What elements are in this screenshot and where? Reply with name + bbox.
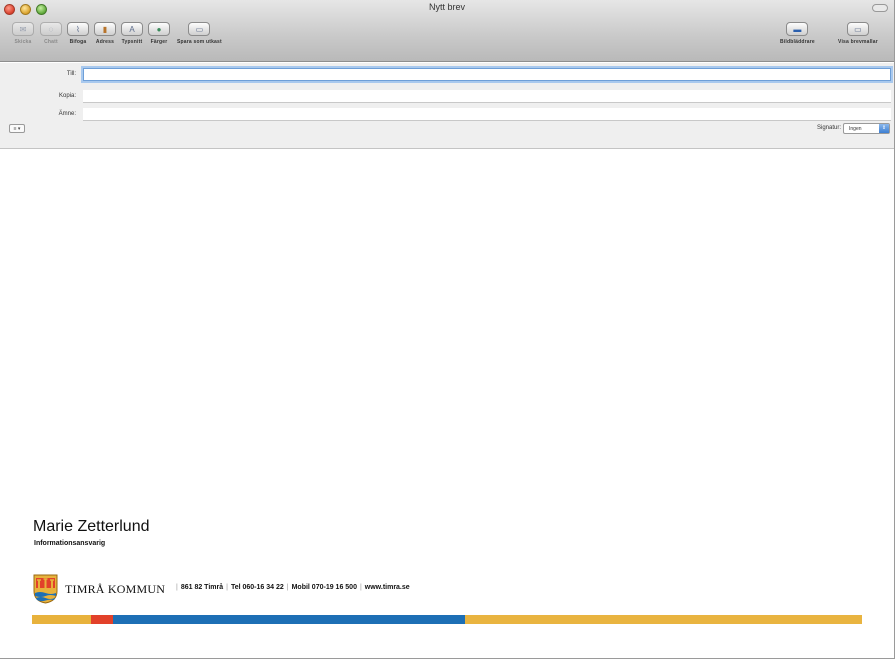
signature-name: Marie Zetterlund xyxy=(33,518,150,535)
signature-select-value: Ingen xyxy=(849,126,862,132)
stationery-button[interactable]: ▭ Visa brevmallar xyxy=(838,22,878,45)
separator: | xyxy=(359,584,362,591)
toolbar-toggle-button[interactable] xyxy=(872,4,888,12)
address-book-icon: ▮ xyxy=(94,22,116,36)
stripe-gold xyxy=(465,615,862,624)
signature-role: Informationsansvarig xyxy=(34,540,106,547)
compose-window: Nytt brev ✉ Skicka ◌ Chatt ⌇ Bifoga ▮ Ad… xyxy=(0,0,895,659)
stripe-red xyxy=(91,615,113,624)
brand-color-bar xyxy=(32,615,862,624)
address-button[interactable]: ▮ Adress xyxy=(94,22,116,45)
fonts-label: Typsnitt xyxy=(121,39,143,45)
send-button[interactable]: ✉ Skicka xyxy=(12,22,34,45)
municipal-crest-icon xyxy=(33,574,58,604)
paperclip-icon: ⌇ xyxy=(67,22,89,36)
chat-button[interactable]: ◌ Chatt xyxy=(40,22,62,45)
address-label: Adress xyxy=(95,39,115,45)
stationery-label: Visa brevmallar xyxy=(838,39,878,45)
colors-label: Färger xyxy=(150,39,168,45)
contact-website: www.timra.se xyxy=(364,584,410,591)
colors-button[interactable]: ● Färger xyxy=(148,22,170,45)
contact-phone: Tel 060-16 34 22 xyxy=(230,584,284,591)
send-label: Skicka xyxy=(14,39,32,45)
attach-button[interactable]: ⌇ Bifoga xyxy=(67,22,89,45)
separator: | xyxy=(226,584,228,591)
attach-label: Bifoga xyxy=(69,39,87,45)
contact-mobile: Mobil 070-19 16 500 xyxy=(291,584,357,591)
cc-field[interactable] xyxy=(83,90,891,103)
stripe-yellow xyxy=(32,615,91,624)
toolbar: Nytt brev ✉ Skicka ◌ Chatt ⌇ Bifoga ▮ Ad… xyxy=(0,0,894,62)
signature-label: Signatur: xyxy=(816,125,841,131)
to-label: Till: xyxy=(66,71,76,77)
signature-contact: | 861 82 Timrå | Tel 060-16 34 22 | Mobi… xyxy=(176,584,410,591)
stationery-icon: ▭ xyxy=(846,22,869,36)
separator: | xyxy=(286,584,289,591)
separator: | xyxy=(176,584,178,591)
draft-icon: ▭ xyxy=(188,22,211,36)
message-header: Till: Kopia: Ämne: ≡ ▾ Signatur: Ingen ⇕ xyxy=(0,63,894,149)
subject-field[interactable] xyxy=(83,108,891,121)
signature-select[interactable]: Ingen ⇕ xyxy=(843,123,890,134)
chat-label: Chatt xyxy=(44,39,58,45)
stripe-blue xyxy=(113,615,465,624)
subject-label: Ämne: xyxy=(58,111,76,117)
font-icon: A xyxy=(121,22,143,36)
cc-label: Kopia: xyxy=(58,93,76,99)
to-field[interactable] xyxy=(83,68,891,81)
save-draft-button[interactable]: ▭ Spara som utkast xyxy=(177,22,222,45)
window-title: Nytt brev xyxy=(428,2,465,12)
photo-browser-icon: ▬ xyxy=(786,22,809,36)
photo-browser-label: Bildbläddrare xyxy=(780,39,815,45)
fonts-button[interactable]: A Typsnitt xyxy=(121,22,143,45)
chat-icon: ◌ xyxy=(40,22,62,36)
send-icon: ✉ xyxy=(12,22,34,36)
organization-name: TIMRÅ KOMMUN xyxy=(65,582,166,596)
contact-address: 861 82 Timrå xyxy=(180,584,224,591)
colors-icon: ● xyxy=(148,22,170,36)
priority-menu-button[interactable]: ≡ ▾ xyxy=(9,124,25,133)
save-draft-label: Spara som utkast xyxy=(177,39,222,45)
photo-browser-button[interactable]: ▬ Bildbläddrare xyxy=(780,22,815,45)
chevron-updown-icon: ⇕ xyxy=(879,124,889,133)
